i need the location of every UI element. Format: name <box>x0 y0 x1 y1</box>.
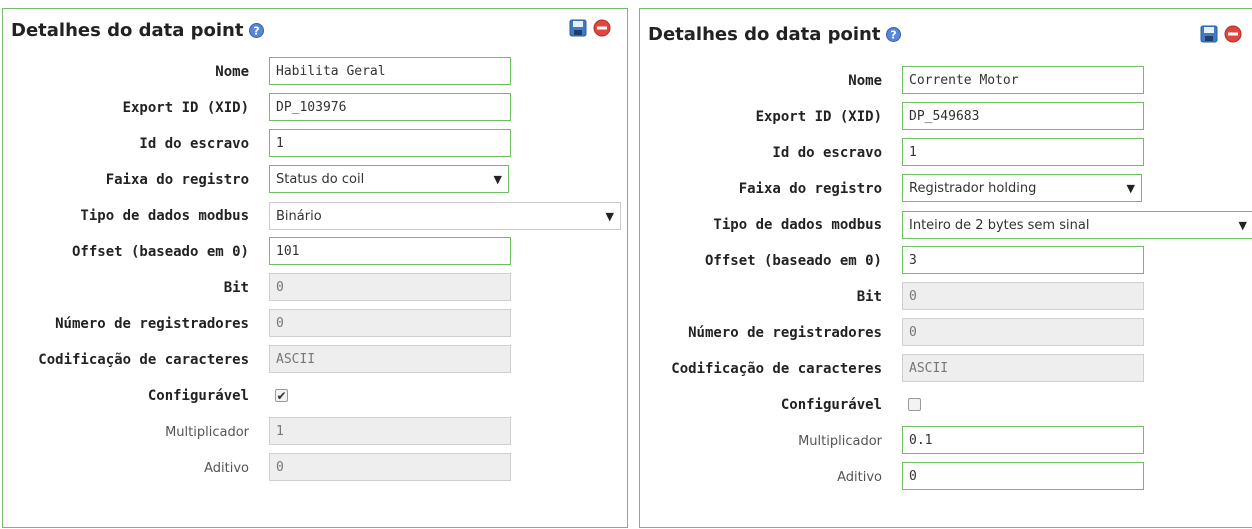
multiplier-input: 1 <box>269 417 511 445</box>
register-range-label: Faixa do registro <box>105 172 249 188</box>
caret-down-icon: ▼ <box>1126 181 1135 195</box>
multiplier-label: Multiplicador <box>798 433 882 449</box>
svg-text:?: ? <box>891 28 897 41</box>
modbus-data-type-value: Inteiro de 2 bytes sem sinal <box>909 217 1090 233</box>
save-icon[interactable] <box>569 19 587 37</box>
register-range-label: Faixa do registro <box>738 181 882 197</box>
name-input[interactable]: Habilita Geral <box>269 57 511 85</box>
close-icon[interactable] <box>593 19 611 37</box>
data-point-details-panel-left: Detalhes do data point ? Nome Export ID … <box>2 8 628 528</box>
xid-label: Export ID (XID) <box>755 109 882 125</box>
offset-input[interactable]: 101 <box>269 237 511 265</box>
register-range-value: Status do coil <box>276 171 365 187</box>
modbus-data-type-select[interactable]: Binário ▼ <box>269 202 621 230</box>
modbus-data-type-value: Binário <box>276 208 322 224</box>
xid-label: Export ID (XID) <box>122 100 249 116</box>
charset-label: Codificação de caracteres <box>38 352 249 368</box>
header-actions <box>1200 25 1242 43</box>
register-count-label: Número de registradores <box>688 325 882 341</box>
modbus-data-type-label: Tipo de dados modbus <box>713 217 882 233</box>
register-range-select[interactable]: Registrador holding ▼ <box>902 174 1142 202</box>
additive-label: Aditivo <box>204 460 249 476</box>
bit-input: 0 <box>902 282 1144 310</box>
xid-input[interactable]: DP_103976 <box>269 93 511 121</box>
label-column: Nome Export ID (XID) Id do escravo Faixa… <box>640 9 890 529</box>
offset-label: Offset (baseado em 0) <box>704 253 882 269</box>
register-range-select[interactable]: Status do coil ▼ <box>269 165 509 193</box>
close-icon[interactable] <box>1224 25 1242 43</box>
register-count-label: Número de registradores <box>55 316 249 332</box>
modbus-data-type-select[interactable]: Inteiro de 2 bytes sem sinal ▼ <box>902 211 1252 239</box>
multiplier-input[interactable]: 0.1 <box>902 426 1144 454</box>
caret-down-icon: ▼ <box>493 172 502 186</box>
additive-input: 0 <box>269 453 511 481</box>
additive-input[interactable]: 0 <box>902 462 1144 490</box>
settable-label: Configurável <box>147 388 249 404</box>
name-input[interactable]: Corrente Motor <box>902 66 1144 94</box>
additive-label: Aditivo <box>837 469 882 485</box>
settable-checkbox[interactable]: ✔ <box>275 388 288 403</box>
caret-down-icon: ▼ <box>605 209 614 223</box>
slave-id-input[interactable]: 1 <box>269 129 511 157</box>
bit-label: Bit <box>856 289 882 305</box>
label-column: Nome Export ID (XID) Id do escravo Faixa… <box>3 9 261 529</box>
charset-input: ASCII <box>269 345 511 373</box>
register-range-value: Registrador holding <box>909 180 1037 196</box>
slave-id-label: Id do escravo <box>139 136 249 152</box>
slave-id-label: Id do escravo <box>772 145 882 161</box>
bit-label: Bit <box>223 280 249 296</box>
settable-label: Configurável <box>780 397 882 413</box>
offset-label: Offset (baseado em 0) <box>71 244 249 260</box>
charset-label: Codificação de caracteres <box>671 361 882 377</box>
caret-down-icon: ▼ <box>1238 218 1247 232</box>
save-icon[interactable] <box>1200 25 1218 43</box>
charset-input: ASCII <box>902 354 1144 382</box>
xid-input[interactable]: DP_549683 <box>902 102 1144 130</box>
bit-input: 0 <box>269 273 511 301</box>
modbus-data-type-label: Tipo de dados modbus <box>80 208 249 224</box>
offset-input[interactable]: 3 <box>902 246 1144 274</box>
data-point-details-panel-right: Detalhes do data point ? Nome Export ID … <box>639 8 1252 528</box>
register-count-input: 0 <box>269 309 511 337</box>
check-icon: ✔ <box>276 388 287 403</box>
name-label: Nome <box>848 73 882 89</box>
name-label: Nome <box>215 64 249 80</box>
slave-id-input[interactable]: 1 <box>902 138 1144 166</box>
multiplier-label: Multiplicador <box>165 424 249 440</box>
settable-checkbox[interactable] <box>908 398 921 411</box>
header-actions <box>569 19 611 37</box>
register-count-input: 0 <box>902 318 1144 346</box>
